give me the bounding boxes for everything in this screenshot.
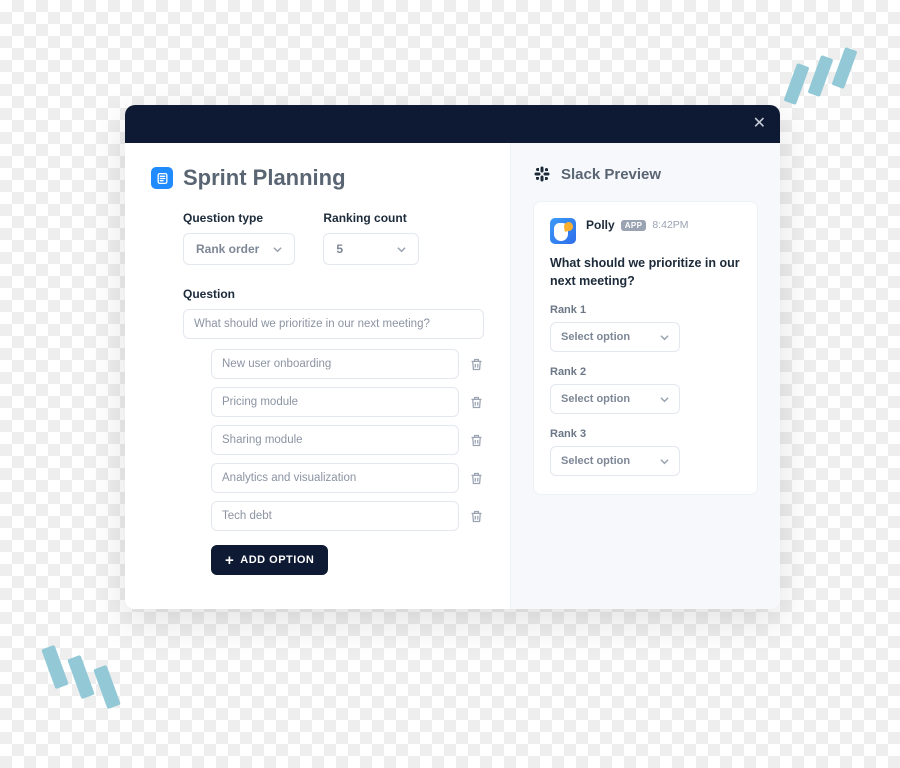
trash-icon[interactable] bbox=[469, 471, 484, 486]
add-option-label: ADD OPTION bbox=[240, 554, 314, 566]
question-type-label: Question type bbox=[183, 211, 295, 225]
ranking-count-select[interactable]: 5 bbox=[323, 233, 419, 265]
ranking-count-value: 5 bbox=[336, 242, 343, 256]
option-input[interactable] bbox=[211, 387, 459, 417]
trash-icon[interactable] bbox=[469, 357, 484, 372]
plus-icon: + bbox=[225, 555, 234, 566]
question-label: Question bbox=[183, 287, 484, 301]
option-row bbox=[211, 425, 484, 455]
preview-card: Polly APP 8:42PM What should we prioriti… bbox=[533, 201, 758, 495]
option-row bbox=[211, 463, 484, 493]
question-type-value: Rank order bbox=[196, 242, 259, 256]
question-type-select[interactable]: Rank order bbox=[183, 233, 295, 265]
option-input[interactable] bbox=[211, 349, 459, 379]
option-row bbox=[211, 387, 484, 417]
rank-select-placeholder: Select option bbox=[561, 393, 630, 405]
options-list: + ADD OPTION bbox=[183, 349, 484, 575]
option-input[interactable] bbox=[211, 425, 459, 455]
rank-select[interactable]: Select option bbox=[550, 446, 680, 476]
trash-icon[interactable] bbox=[469, 509, 484, 524]
rank-select[interactable]: Select option bbox=[550, 384, 680, 414]
add-option-button[interactable]: + ADD OPTION bbox=[211, 545, 328, 575]
modal: ✕ Sprint Planning Question ty bbox=[125, 105, 780, 609]
rank-select-placeholder: Select option bbox=[561, 331, 630, 343]
decorative-strokes-top-right bbox=[790, 48, 860, 108]
slack-icon bbox=[533, 165, 551, 183]
option-input[interactable] bbox=[211, 501, 459, 531]
chevron-down-icon bbox=[660, 457, 669, 466]
chevron-down-icon bbox=[660, 395, 669, 404]
preview-question: What should we prioritize in our next me… bbox=[550, 254, 741, 290]
preview-title: Slack Preview bbox=[561, 166, 661, 183]
message-time: 8:42PM bbox=[652, 219, 688, 231]
question-input[interactable] bbox=[183, 309, 484, 339]
rank-label: Rank 2 bbox=[550, 366, 741, 378]
chevron-down-icon bbox=[660, 333, 669, 342]
close-icon[interactable]: ✕ bbox=[753, 116, 766, 132]
app-badge: APP bbox=[621, 220, 647, 231]
decorative-strokes-bottom-left bbox=[48, 646, 128, 716]
ranking-count-label: Ranking count bbox=[323, 211, 419, 225]
rank-select[interactable]: Select option bbox=[550, 322, 680, 352]
option-input[interactable] bbox=[211, 463, 459, 493]
preview-pane: Slack Preview Polly APP 8:42PM What shou… bbox=[510, 143, 780, 609]
sender-name: Polly bbox=[586, 218, 615, 232]
trash-icon[interactable] bbox=[469, 395, 484, 410]
option-row bbox=[211, 349, 484, 379]
rank-label: Rank 3 bbox=[550, 428, 741, 440]
document-icon bbox=[151, 167, 173, 189]
modal-titlebar: ✕ bbox=[125, 105, 780, 143]
rank-label: Rank 1 bbox=[550, 304, 741, 316]
trash-icon[interactable] bbox=[469, 433, 484, 448]
page-title: Sprint Planning bbox=[183, 165, 346, 191]
rank-select-placeholder: Select option bbox=[561, 455, 630, 467]
chevron-down-icon bbox=[397, 245, 406, 254]
avatar bbox=[550, 218, 576, 244]
chevron-down-icon bbox=[273, 245, 282, 254]
editor-pane: Sprint Planning Question type Rank order bbox=[125, 143, 510, 609]
option-row bbox=[211, 501, 484, 531]
